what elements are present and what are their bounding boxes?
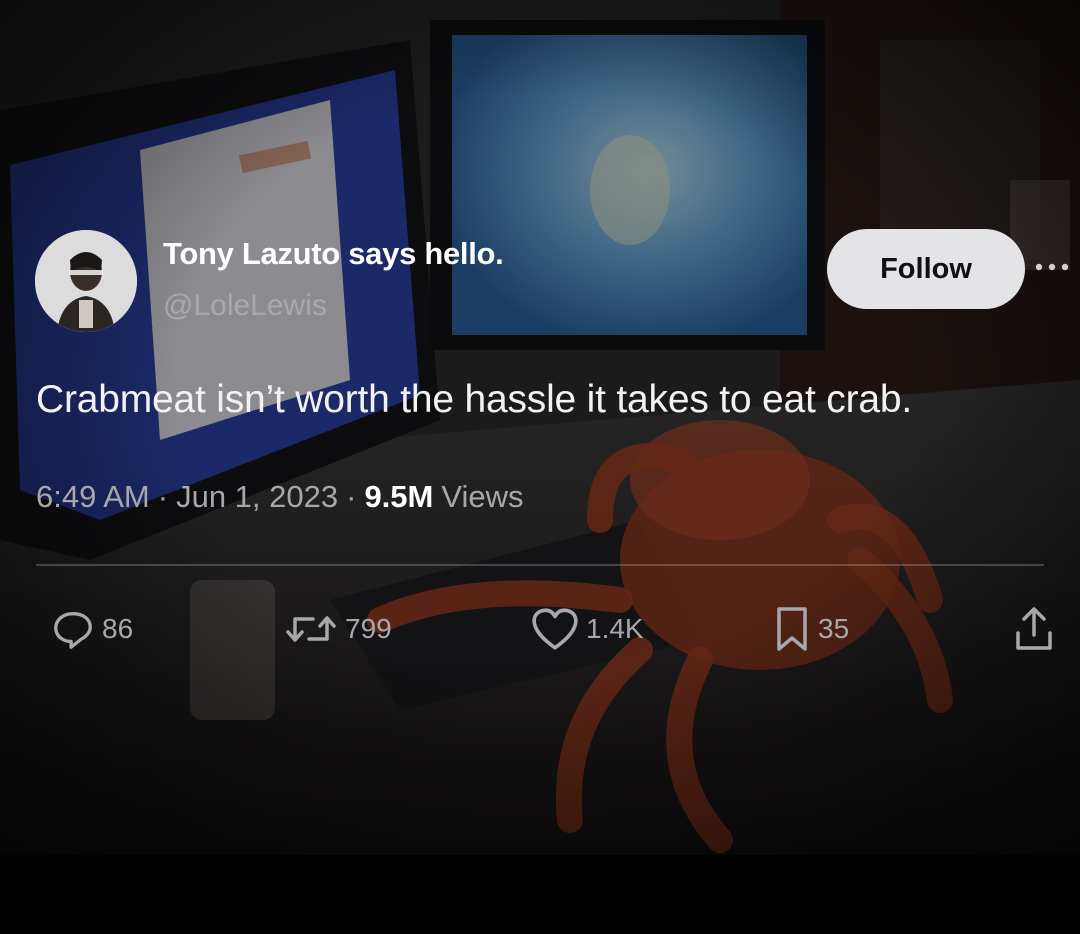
avatar[interactable] <box>35 230 137 332</box>
share-icon <box>1016 607 1052 650</box>
heart-icon <box>532 608 578 650</box>
meta-separator: · <box>157 479 169 514</box>
profile-photo-icon <box>35 230 137 332</box>
retweet-count: 799 <box>345 613 392 644</box>
background-photo <box>0 0 1080 855</box>
bookmark-count: 35 <box>818 613 850 644</box>
retweet-icon <box>286 616 336 642</box>
follow-button[interactable]: Follow <box>827 229 1025 309</box>
more-icon <box>1035 263 1069 271</box>
divider <box>36 564 1044 566</box>
reply-count: 86 <box>102 613 134 644</box>
views-label: Views <box>441 479 524 514</box>
reply-button[interactable]: 86 <box>50 604 133 654</box>
tweet-date[interactable]: Jun 1, 2023 <box>176 479 338 515</box>
like-button[interactable]: 1.4K <box>530 604 644 654</box>
more-options-button[interactable] <box>1032 252 1072 282</box>
meta-separator: · <box>346 479 357 514</box>
tweet-text: Crabmeat isn’t worth the hassle it takes… <box>36 378 912 421</box>
retweet-button[interactable]: 799 <box>283 604 392 654</box>
screenshot-frame: Tony Lazuto says hello. @LoleLewis Follo… <box>0 0 1080 934</box>
display-name[interactable]: Tony Lazuto says hello. <box>163 236 504 272</box>
bookmark-icon <box>777 607 807 651</box>
views-count: 9.5M <box>364 479 434 514</box>
bottom-black-bar <box>0 855 1080 934</box>
share-button[interactable] <box>1012 604 1056 654</box>
tweet-meta: 6:49 AM · Jun 1, 2023 · 9.5M Views <box>36 479 524 515</box>
user-handle[interactable]: @LoleLewis <box>163 289 327 323</box>
tweet-time[interactable]: 6:49 AM <box>36 479 150 515</box>
reply-icon <box>54 611 92 649</box>
bookmark-button[interactable]: 35 <box>772 604 849 654</box>
like-count: 1.4K <box>586 613 644 644</box>
